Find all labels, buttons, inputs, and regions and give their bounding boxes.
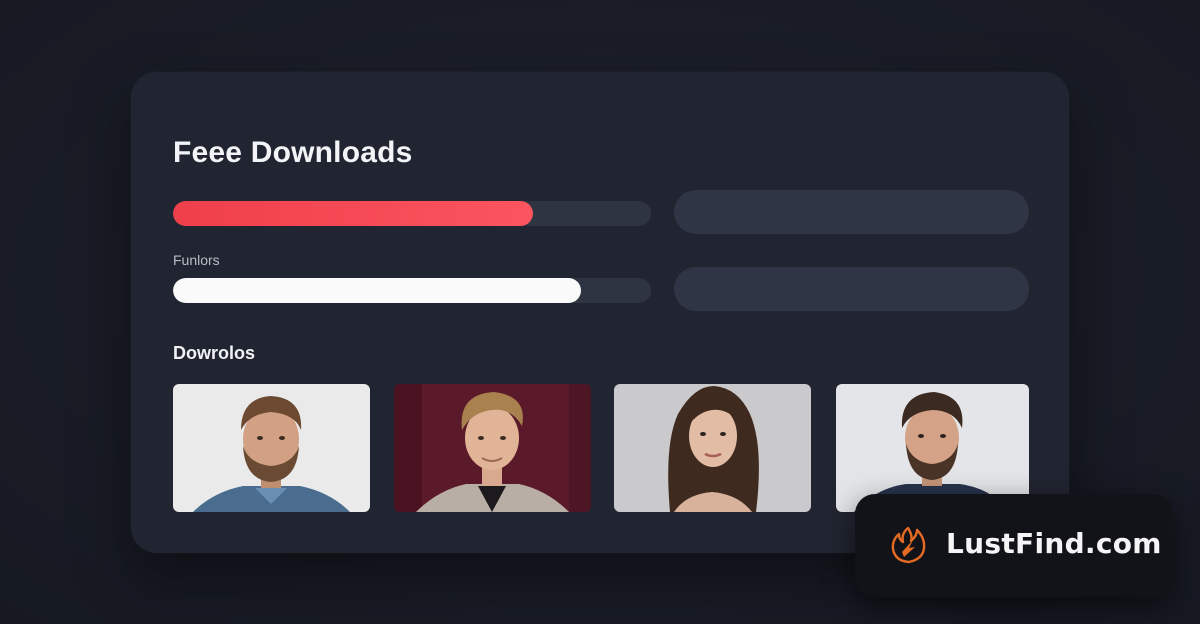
brand-badge[interactable]: LustFind.com [855,494,1173,597]
secondary-progress-fill [173,278,582,303]
page-background: Feee Downloads Funlors Dowrolos LustFind… [0,0,1200,624]
flame-logo-icon [891,526,926,564]
secondary-label: Funlors [173,252,220,268]
downloads-card: Feee Downloads Funlors Dowrolos [131,72,1069,553]
portrait-woman-long-brown-hair-icon [614,384,811,512]
primary-progress-track [173,201,651,226]
section-title: Dowrolos [173,343,256,363]
portrait-man-bearded-denim-shirt-icon [173,384,370,512]
portrait-man-bearded-navy-shirt-icon [836,384,1029,512]
thumbnail-row [173,384,1029,512]
thumbnail-portrait[interactable] [173,384,370,512]
primary-progress-fill [173,201,533,226]
placeholder-pill [674,190,1029,234]
secondary-progress-track [173,278,651,303]
thumbnail-portrait[interactable] [614,384,811,512]
card-title: Feee Downloads [173,136,413,169]
brand-name: LustFind.com [946,527,1162,560]
placeholder-pill [674,267,1029,311]
thumbnail-portrait[interactable] [836,384,1029,512]
portrait-man-blond-on-burgundy-icon [394,384,591,512]
thumbnail-portrait[interactable] [394,384,591,512]
